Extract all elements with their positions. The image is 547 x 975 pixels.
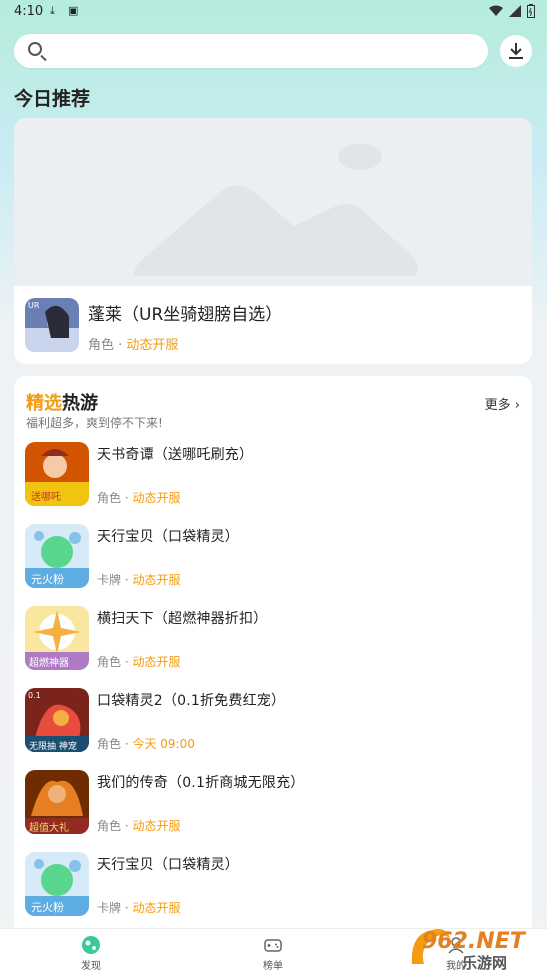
game-server: 动态开服 xyxy=(132,491,181,505)
game-server: 今天 09:00 xyxy=(132,737,195,751)
svg-text:超燃神器: 超燃神器 xyxy=(29,656,69,669)
game-name: 口袋精灵2（0.1折免费红宠） xyxy=(97,693,286,709)
svg-text:乐游网: 乐游网 xyxy=(462,954,507,972)
game-server: 动态开服 xyxy=(132,655,181,669)
today-recommend-title: 今日推荐 xyxy=(14,88,91,110)
svg-text:962.NET: 962.NET xyxy=(422,929,527,954)
featured-game-icon[interactable]: UR xyxy=(25,298,79,352)
game-name: 天行宝贝（口袋精灵） xyxy=(97,529,239,545)
hot-games-title: 精选热游 xyxy=(26,389,98,415)
game-meta: 角色 · 动态开服 xyxy=(97,817,180,834)
game-genre: 卡牌 xyxy=(97,901,122,915)
featured-game-server: 动态开服 xyxy=(126,338,179,353)
game-meta: 角色 · 动态开服 xyxy=(97,653,180,670)
featured-game-card[interactable]: UR 蓬莱（UR坐骑翅膀自选） 角色 · 动态开服 xyxy=(14,118,532,364)
game-icon[interactable]: 无限抽 神宠 0.1 xyxy=(25,688,89,752)
game-name: 横扫天下（超燃神器折扣） xyxy=(97,611,268,627)
game-list-item[interactable]: 无限抽 神宠 0.1 口袋精灵2（0.1折免费红宠） 角色 · 今天 09:00 xyxy=(14,688,532,770)
chevron-right-icon: › xyxy=(514,398,520,413)
search-icon xyxy=(28,42,42,56)
signal-icon xyxy=(509,5,521,17)
search-input[interactable] xyxy=(54,34,478,70)
game-genre: 角色 xyxy=(97,819,122,833)
game-icon[interactable]: 超值大礼 xyxy=(25,770,89,834)
svg-text:元火粉: 元火粉 xyxy=(31,573,64,586)
game-meta: 卡牌 · 动态开服 xyxy=(97,899,180,916)
tab-label: 榜单 xyxy=(263,961,283,972)
download-icon xyxy=(509,43,523,59)
site-watermark-logo: 962.NET 乐游网 xyxy=(411,929,527,972)
status-time: 4:10 xyxy=(14,4,44,19)
hot-games-section: 精选热游 福利超多，爽到停不下来! 更多 › 送哪吒 天书奇谭（送哪吒刷充） 角… xyxy=(14,376,532,936)
game-name: 天书奇谭（送哪吒刷充） xyxy=(97,447,254,463)
game-genre: 角色 xyxy=(97,655,122,669)
svg-text:无限抽 神宠: 无限抽 神宠 xyxy=(29,740,77,752)
hot-title-rest: 热游 xyxy=(62,393,98,414)
image-placeholder-icon xyxy=(134,144,418,276)
meta-separator: · xyxy=(121,901,133,915)
svg-text:0.1: 0.1 xyxy=(28,691,41,700)
game-server: 动态开服 xyxy=(132,901,181,915)
gamepad-icon xyxy=(264,939,282,952)
game-icon[interactable]: 元火粉 xyxy=(25,524,89,588)
svg-text:送哪吒: 送哪吒 xyxy=(31,490,61,503)
banner-image-placeholder[interactable] xyxy=(14,118,532,286)
featured-game-name: 蓬莱（UR坐骑翅膀自选） xyxy=(88,305,283,325)
featured-game-meta: 角色 · 动态开服 xyxy=(88,334,178,353)
battery-icon xyxy=(527,4,535,18)
more-label: 更多 xyxy=(484,398,511,413)
game-meta: 角色 · 今天 09:00 xyxy=(97,735,195,752)
download-manager-button[interactable] xyxy=(500,35,532,67)
game-list-item[interactable]: 送哪吒 天书奇谭（送哪吒刷充） 角色 · 动态开服 xyxy=(14,442,532,524)
game-icon[interactable]: 超燃神器 xyxy=(25,606,89,670)
game-meta: 角色 · 动态开服 xyxy=(97,489,180,506)
search-bar[interactable] xyxy=(14,34,488,70)
game-list-item[interactable]: 元火粉 天行宝贝（口袋精灵） 卡牌 · 动态开服 xyxy=(14,524,532,606)
game-genre: 卡牌 xyxy=(97,573,122,587)
featured-game-genre: 角色 xyxy=(88,338,115,353)
game-list-item[interactable]: 元火粉 天行宝贝（口袋精灵） 卡牌 · 动态开服 xyxy=(14,852,532,934)
meta-separator: · xyxy=(121,491,133,505)
game-genre: 角色 xyxy=(97,737,122,751)
app-status-icon: ▣ xyxy=(68,4,79,17)
wifi-icon xyxy=(489,5,503,16)
discover-icon xyxy=(82,936,100,954)
meta-separator: · xyxy=(121,819,133,833)
game-icon[interactable]: 元火粉 xyxy=(25,852,89,916)
hot-title-accent: 精选 xyxy=(26,393,62,414)
tab-label: 发现 xyxy=(81,961,101,972)
status-bar: 4:10 ⤓ ▣ xyxy=(0,0,547,24)
game-list-item[interactable]: 超燃神器 横扫天下（超燃神器折扣） 角色 · 动态开服 xyxy=(14,606,532,688)
svg-text:UR: UR xyxy=(28,301,40,310)
svg-text:超值大礼: 超值大礼 xyxy=(29,821,69,834)
game-icon[interactable]: 送哪吒 xyxy=(25,442,89,506)
hot-games-subtitle: 福利超多，爽到停不下来! xyxy=(26,416,163,430)
meta-separator: · xyxy=(121,655,133,669)
game-name: 天行宝贝（口袋精灵） xyxy=(97,857,239,873)
tab-discover[interactable]: 发现 xyxy=(41,935,141,972)
meta-separator: · xyxy=(121,573,133,587)
game-genre: 角色 xyxy=(97,491,122,505)
game-name: 我们的传奇（0.1折商城无限充） xyxy=(97,775,305,791)
game-server: 动态开服 xyxy=(132,573,181,587)
download-status-icon: ⤓ xyxy=(50,4,55,17)
meta-separator: · xyxy=(121,737,133,751)
game-list-item[interactable]: 超值大礼 我们的传奇（0.1折商城无限充） 角色 · 动态开服 xyxy=(14,770,532,852)
game-server: 动态开服 xyxy=(132,819,181,833)
game-meta: 卡牌 · 动态开服 xyxy=(97,571,180,588)
svg-text:元火粉: 元火粉 xyxy=(31,901,64,914)
tab-ranking[interactable]: 榜单 xyxy=(223,935,323,972)
more-button[interactable]: 更多 › xyxy=(485,394,520,413)
